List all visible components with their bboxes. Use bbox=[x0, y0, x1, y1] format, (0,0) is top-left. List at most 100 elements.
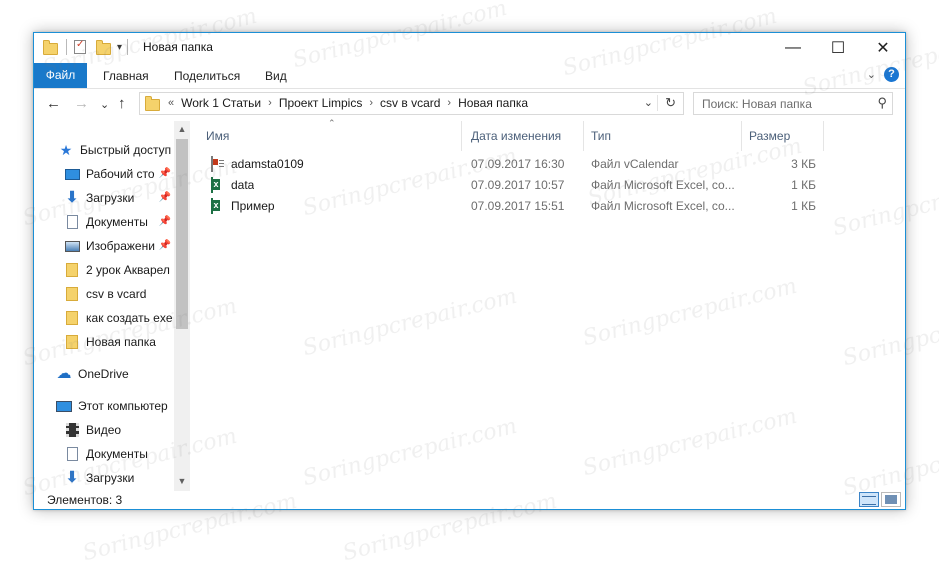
scroll-down-icon[interactable]: ▼ bbox=[174, 476, 190, 486]
nav-label: csv в vcard bbox=[86, 287, 147, 301]
column-header-name[interactable]: Имя bbox=[199, 121, 462, 151]
file-date: 07.09.2017 10:57 bbox=[471, 178, 565, 192]
folder-icon bbox=[64, 287, 80, 301]
breadcrumb-item[interactable]: Проект Limpics bbox=[279, 93, 363, 114]
nav-item-recent-folder[interactable]: 2 урок Акварел bbox=[64, 259, 174, 281]
new-folder-icon[interactable] bbox=[96, 39, 111, 55]
search-input[interactable]: Поиск: Новая папка ⚲ bbox=[693, 92, 893, 115]
nav-label: 2 урок Акварел bbox=[86, 263, 170, 277]
tab-view[interactable]: Вид bbox=[265, 66, 287, 86]
navigation-bar: ← → ⌄ ↑ « Work 1 Статьи › Проект Limpics… bbox=[34, 89, 905, 121]
toolbar-separator bbox=[127, 39, 129, 55]
address-bar[interactable]: « Work 1 Статьи › Проект Limpics › csv в… bbox=[139, 92, 684, 115]
address-history-icon[interactable]: ⌄ bbox=[644, 96, 653, 109]
pin-icon: 📌 bbox=[158, 192, 171, 203]
column-header-date[interactable]: Дата изменения bbox=[464, 121, 584, 151]
details-view-icon bbox=[862, 496, 876, 505]
expand-ribbon-icon[interactable]: ⌄ bbox=[867, 68, 876, 81]
breadcrumb-chevron-icon[interactable]: › bbox=[268, 93, 272, 114]
nav-item-this-pc[interactable]: Этот компьютер bbox=[56, 395, 168, 417]
nav-label: Новая папка bbox=[86, 335, 156, 349]
up-arrow-icon[interactable]: ↑ bbox=[118, 95, 126, 112]
nav-label: OneDrive bbox=[78, 367, 129, 381]
nav-item-recent-folder[interactable]: как создать exe bbox=[64, 307, 174, 329]
file-row[interactable]: adamsta0109 07.09.2017 16:30 Файл vCalen… bbox=[199, 154, 859, 175]
tab-share[interactable]: Поделиться bbox=[174, 66, 240, 86]
pin-icon: 📌 bbox=[158, 240, 171, 251]
file-row[interactable]: Пример 07.09.2017 15:51 Файл Microsoft E… bbox=[199, 196, 859, 217]
maximize-button[interactable]: ☐ bbox=[815, 33, 861, 63]
nav-label: Быстрый доступ bbox=[80, 143, 172, 157]
forward-arrow-icon[interactable]: → bbox=[74, 95, 89, 112]
nav-item-recent-folder[interactable]: csv в vcard bbox=[64, 283, 174, 305]
file-size: 1 КБ bbox=[791, 199, 816, 213]
explorer-window: ▾ Новая папка — ☐ ✕ Файл Главная Поделит… bbox=[33, 32, 906, 510]
folder-icon bbox=[64, 335, 80, 349]
nav-label: как создать exe bbox=[86, 311, 173, 325]
back-arrow-icon[interactable]: ← bbox=[46, 95, 61, 112]
nav-label: Этот компьютер bbox=[78, 399, 168, 413]
nav-label: Видео bbox=[86, 423, 122, 437]
documents-icon bbox=[64, 447, 80, 461]
file-date: 07.09.2017 15:51 bbox=[471, 199, 565, 213]
nav-item-downloads[interactable]: ⬇ Загрузки bbox=[64, 467, 174, 489]
refresh-icon[interactable]: ↻ bbox=[657, 95, 676, 111]
nav-quick-access[interactable]: ★ Быстрый доступ bbox=[58, 139, 171, 161]
nav-scrollbar[interactable]: ▲ ▼ bbox=[174, 121, 190, 491]
excel-file-icon bbox=[211, 198, 213, 214]
tab-file[interactable]: Файл bbox=[34, 63, 87, 88]
breadcrumb-item[interactable]: Work 1 Статьи bbox=[181, 93, 261, 114]
search-icon: ⚲ bbox=[877, 95, 887, 110]
recent-locations-icon[interactable]: ⌄ bbox=[100, 98, 109, 111]
nav-label: Загрузки bbox=[86, 471, 135, 485]
nav-item-pictures[interactable]: Изображени 📌 bbox=[64, 235, 171, 257]
minimize-button[interactable]: — bbox=[770, 33, 816, 63]
nav-label: Рабочий сто bbox=[86, 167, 155, 181]
close-button[interactable]: ✕ bbox=[860, 33, 905, 63]
file-size: 1 КБ bbox=[791, 178, 816, 192]
breadcrumb-overflow[interactable]: « bbox=[168, 93, 174, 114]
nav-item-documents[interactable]: Документы bbox=[64, 443, 174, 465]
nav-item-documents[interactable]: Документы 📌 bbox=[64, 211, 171, 233]
nav-item-recent-folder[interactable]: Новая папка bbox=[64, 331, 174, 353]
help-icon[interactable]: ? bbox=[884, 67, 899, 82]
pin-icon: 📌 bbox=[158, 216, 171, 227]
downloads-icon: ⬇ bbox=[65, 189, 79, 206]
nav-item-onedrive[interactable]: ☁ OneDrive bbox=[56, 363, 129, 385]
breadcrumb-item[interactable]: Новая папка bbox=[458, 93, 528, 114]
nav-label: Загрузки bbox=[86, 191, 135, 205]
file-type: Файл Microsoft Excel, со... bbox=[591, 178, 735, 192]
file-name: Пример bbox=[231, 199, 275, 213]
pictures-icon bbox=[64, 239, 80, 253]
nav-item-downloads[interactable]: ⬇ Загрузки 📌 bbox=[64, 187, 171, 209]
breadcrumb-item[interactable]: csv в vcard bbox=[380, 93, 440, 114]
title-bar: ▾ Новая папка — ☐ ✕ bbox=[34, 33, 905, 63]
nav-item-video[interactable]: Видео bbox=[64, 419, 174, 441]
scrollbar-thumb[interactable] bbox=[176, 139, 188, 329]
column-header-type[interactable]: Тип bbox=[584, 121, 742, 151]
scroll-up-icon[interactable]: ▲ bbox=[174, 124, 190, 134]
downloads-icon: ⬇ bbox=[65, 469, 79, 486]
details-view-button[interactable] bbox=[859, 492, 879, 507]
status-bar: Элементов: 3 bbox=[34, 491, 905, 509]
excel-file-icon bbox=[211, 177, 213, 193]
file-date: 07.09.2017 16:30 bbox=[471, 157, 565, 171]
customize-toolbar-icon[interactable]: ▾ bbox=[117, 42, 122, 53]
properties-icon[interactable] bbox=[74, 39, 86, 54]
toolbar-separator bbox=[66, 39, 67, 55]
tab-home[interactable]: Главная bbox=[103, 66, 149, 86]
folder-icon bbox=[145, 96, 160, 111]
ribbon: Файл Главная Поделиться Вид ⌄ ? bbox=[34, 63, 905, 89]
folder-icon bbox=[43, 39, 58, 55]
breadcrumb-chevron-icon[interactable]: › bbox=[369, 93, 373, 114]
pin-icon: 📌 bbox=[158, 168, 171, 179]
star-icon: ★ bbox=[59, 142, 73, 158]
column-header-size[interactable]: Размер bbox=[742, 121, 824, 151]
large-icons-view-button[interactable] bbox=[881, 492, 901, 507]
nav-item-desktop[interactable]: Рабочий сто 📌 bbox=[64, 163, 171, 185]
file-name: data bbox=[231, 178, 255, 192]
folder-icon bbox=[64, 263, 80, 277]
file-type: Файл Microsoft Excel, со... bbox=[591, 199, 735, 213]
file-row[interactable]: data 07.09.2017 10:57 Файл Microsoft Exc… bbox=[199, 175, 859, 196]
breadcrumb-chevron-icon[interactable]: › bbox=[447, 93, 451, 114]
